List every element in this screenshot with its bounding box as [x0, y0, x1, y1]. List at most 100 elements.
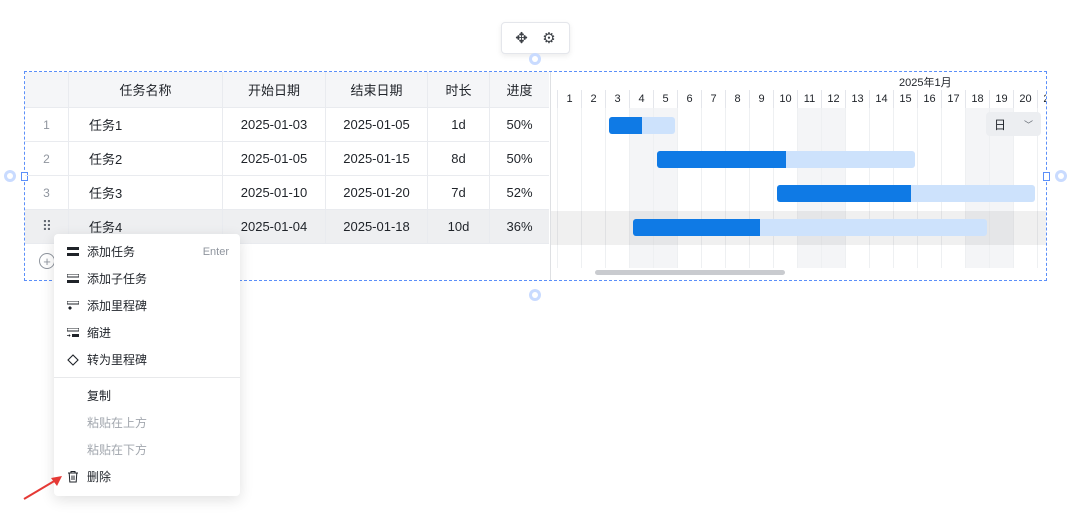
task-bar-progress[interactable] [633, 219, 760, 236]
day-label: 16 [917, 90, 941, 108]
menu-item-label: 删除 [87, 470, 112, 484]
menu-item-paste-below[interactable]: 粘贴在下方 [54, 436, 240, 463]
diamond-icon [66, 353, 80, 366]
day-label: 4 [629, 90, 653, 108]
gantt-chart: 2025年1月 12345678910111213141516171819202… [550, 72, 1046, 280]
time-unit-select[interactable]: 日 ﹀ [986, 112, 1041, 136]
day-label: 6 [677, 90, 701, 108]
task-name-cell[interactable]: 任务1 [69, 108, 223, 141]
row-index: 1 [25, 108, 69, 141]
day-label: 14 [869, 90, 893, 108]
menu-item-label: 粘贴在上方 [87, 416, 148, 430]
annotation-arrow-icon [23, 476, 62, 500]
start-date-cell[interactable]: 2025-01-03 [223, 108, 326, 141]
progress-cell[interactable]: 50% [490, 108, 549, 141]
duration-header[interactable]: 时长 [428, 72, 490, 107]
progress-cell[interactable]: 36% [490, 210, 549, 243]
start-date-cell[interactable]: 2025-01-10 [223, 176, 326, 209]
task-bar[interactable] [609, 117, 675, 134]
top-handle[interactable] [529, 53, 541, 65]
menu-item-label: 添加里程碑 [87, 299, 148, 313]
end-date-cell[interactable]: 2025-01-05 [326, 108, 428, 141]
table-row[interactable]: 2 任务2 2025-01-05 2025-01-15 8d 50% [25, 142, 549, 176]
day-label: 21 [1037, 90, 1046, 108]
table-row[interactable]: 1 任务1 2025-01-03 2025-01-05 1d 50% [25, 108, 549, 142]
add-task-icon [66, 247, 80, 256]
month-header: 2025年1月 [551, 74, 1046, 89]
progress-header[interactable]: 进度 [490, 72, 549, 107]
chevron-down-icon: ﹀ [1023, 119, 1033, 130]
day-label: 10 [773, 90, 797, 108]
indent-icon [66, 327, 80, 338]
day-label: 15 [893, 90, 917, 108]
day-label: 19 [989, 90, 1013, 108]
end-date-cell[interactable]: 2025-01-15 [326, 142, 428, 175]
task-name-cell[interactable]: 任务3 [69, 176, 223, 209]
task-bar[interactable] [657, 151, 915, 168]
task-bar[interactable] [777, 185, 1035, 202]
day-label: 8 [725, 90, 749, 108]
horizontal-scrollbar[interactable] [595, 270, 785, 275]
day-label: 3 [605, 90, 629, 108]
time-unit-value: 日 [994, 117, 1007, 132]
gear-icon[interactable]: ⚙ [542, 31, 555, 46]
menu-divider [54, 377, 240, 378]
day-label: 18 [965, 90, 989, 108]
day-label: 11 [797, 90, 821, 108]
duration-cell[interactable]: 1d [428, 108, 490, 141]
day-label: 12 [821, 90, 845, 108]
menu-item-label: 添加任务 [87, 245, 136, 259]
month-label: 2025年1月 [899, 77, 952, 89]
task-bar-progress[interactable] [777, 185, 911, 202]
add-subtask-icon [66, 273, 80, 284]
trash-icon [66, 470, 80, 483]
table-header: 任务名称 开始日期 结束日期 时长 进度 [25, 72, 549, 108]
duration-cell[interactable]: 8d [428, 142, 490, 175]
progress-cell[interactable]: 50% [490, 142, 549, 175]
menu-item-convert-milestone[interactable]: 转为里程碑 [54, 346, 240, 373]
name-header[interactable]: 任务名称 [69, 72, 223, 107]
move-icon[interactable]: ✥ [515, 31, 528, 46]
row-index: 3 [25, 176, 69, 209]
block-toolbar: ✥ ⚙ [501, 22, 570, 54]
day-header: 123456789101112131415161718192021 [551, 90, 1046, 108]
row-index: 2 [25, 142, 69, 175]
end-date-cell[interactable]: 2025-01-20 [326, 176, 428, 209]
day-label: 17 [941, 90, 965, 108]
day-label: 1 [557, 90, 581, 108]
menu-item-add-task[interactable]: 添加任务 Enter [54, 238, 240, 265]
progress-cell[interactable]: 52% [490, 176, 549, 209]
duration-cell[interactable]: 10d [428, 210, 490, 243]
menu-item-label: 复制 [87, 389, 112, 403]
menu-item-label: 粘贴在下方 [87, 443, 148, 457]
task-bar-progress[interactable] [657, 151, 786, 168]
day-label: 13 [845, 90, 869, 108]
day-label: 7 [701, 90, 725, 108]
menu-item-paste-above[interactable]: 粘贴在上方 [54, 409, 240, 436]
right-handle[interactable] [1055, 170, 1067, 182]
table-row[interactable]: 3 任务3 2025-01-10 2025-01-20 7d 52% [25, 176, 549, 210]
bottom-handle[interactable] [529, 289, 541, 301]
task-bar[interactable] [633, 219, 987, 236]
start-header[interactable]: 开始日期 [223, 72, 326, 107]
menu-item-label: 添加子任务 [87, 272, 148, 286]
menu-item-indent[interactable]: 缩进 [54, 319, 240, 346]
menu-item-label: 缩进 [87, 326, 112, 340]
task-bar-progress[interactable] [609, 117, 642, 134]
menu-item-label: 转为里程碑 [87, 353, 148, 367]
task-name-cell[interactable]: 任务2 [69, 142, 223, 175]
add-milestone-icon [66, 300, 80, 311]
day-label: 20 [1013, 90, 1037, 108]
start-date-cell[interactable]: 2025-01-05 [223, 142, 326, 175]
menu-item-add-subtask[interactable]: 添加子任务 [54, 265, 240, 292]
menu-item-copy[interactable]: 复制 [54, 382, 240, 409]
shortcut-label: Enter [202, 245, 229, 258]
menu-item-add-milestone[interactable]: 添加里程碑 [54, 292, 240, 319]
duration-cell[interactable]: 7d [428, 176, 490, 209]
menu-item-delete[interactable]: 删除 [54, 463, 240, 490]
end-date-cell[interactable]: 2025-01-18 [326, 210, 428, 243]
left-handle[interactable] [4, 170, 16, 182]
day-label: 2 [581, 90, 605, 108]
plus-circle-icon[interactable]: + [39, 253, 55, 269]
end-header[interactable]: 结束日期 [326, 72, 428, 107]
